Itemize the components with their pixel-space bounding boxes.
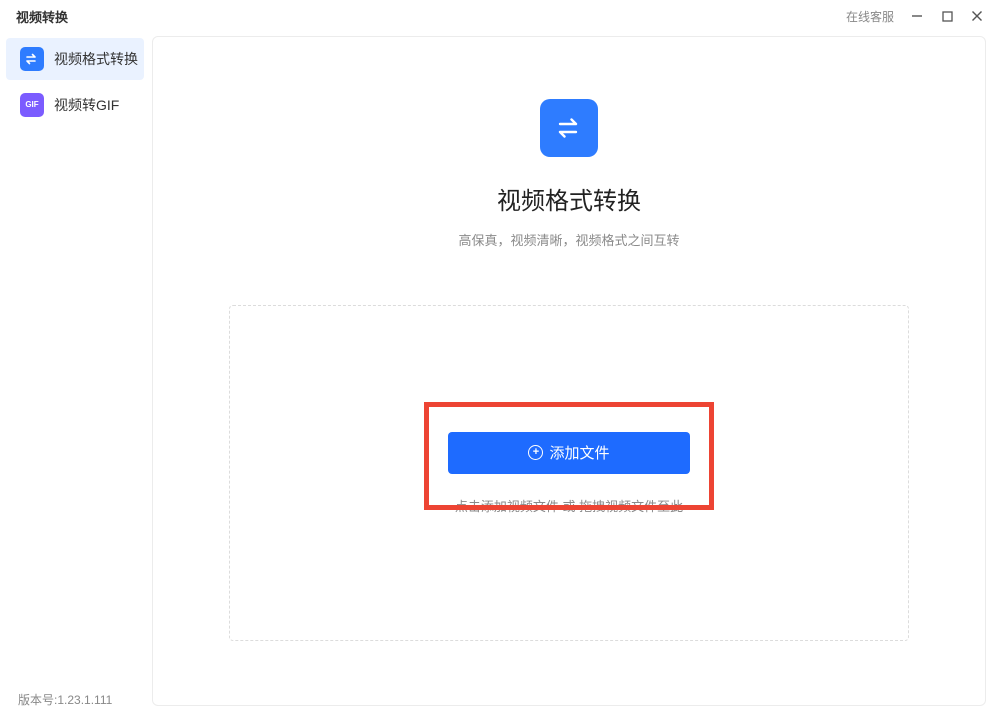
drop-hint: 点击添加视频文件 或 拖拽视频文件至此: [455, 496, 683, 515]
sidebar-item-video-to-gif[interactable]: GIF 视频转GIF: [6, 84, 144, 126]
titlebar: 视频转换 在线客服: [0, 0, 1000, 32]
sidebar-item-label: 视频转GIF: [54, 95, 119, 115]
minimize-button[interactable]: [902, 2, 932, 30]
sidebar-item-label: 视频格式转换: [54, 49, 138, 69]
main-panel: 视频格式转换 高保真，视频清晰，视频格式之间互转 + 添加文件 点击添加视频文件…: [152, 36, 986, 706]
add-file-button[interactable]: + 添加文件: [448, 432, 690, 474]
page-subtitle: 高保真，视频清晰，视频格式之间互转: [458, 230, 679, 249]
close-icon: [971, 10, 983, 22]
close-button[interactable]: [962, 2, 992, 30]
window-title: 视频转换: [16, 7, 68, 26]
sidebar-item-format-convert[interactable]: 视频格式转换: [6, 38, 144, 80]
hero-swap-icon: [540, 99, 598, 157]
online-service-link[interactable]: 在线客服: [846, 8, 894, 25]
swap-icon: [20, 47, 44, 71]
minimize-icon: [911, 10, 923, 22]
sidebar: 视频格式转换 GIF 视频转GIF 版本号:1.23.1.111: [0, 32, 150, 720]
maximize-button[interactable]: [932, 2, 962, 30]
maximize-icon: [942, 11, 953, 22]
version-label: 版本号:1.23.1.111: [0, 691, 150, 720]
page-title: 视频格式转换: [497, 181, 641, 216]
gif-icon: GIF: [20, 93, 44, 117]
plus-circle-icon: +: [528, 445, 543, 460]
dropzone[interactable]: + 添加文件 点击添加视频文件 或 拖拽视频文件至此: [229, 305, 909, 641]
add-file-button-label: 添加文件: [549, 442, 609, 463]
